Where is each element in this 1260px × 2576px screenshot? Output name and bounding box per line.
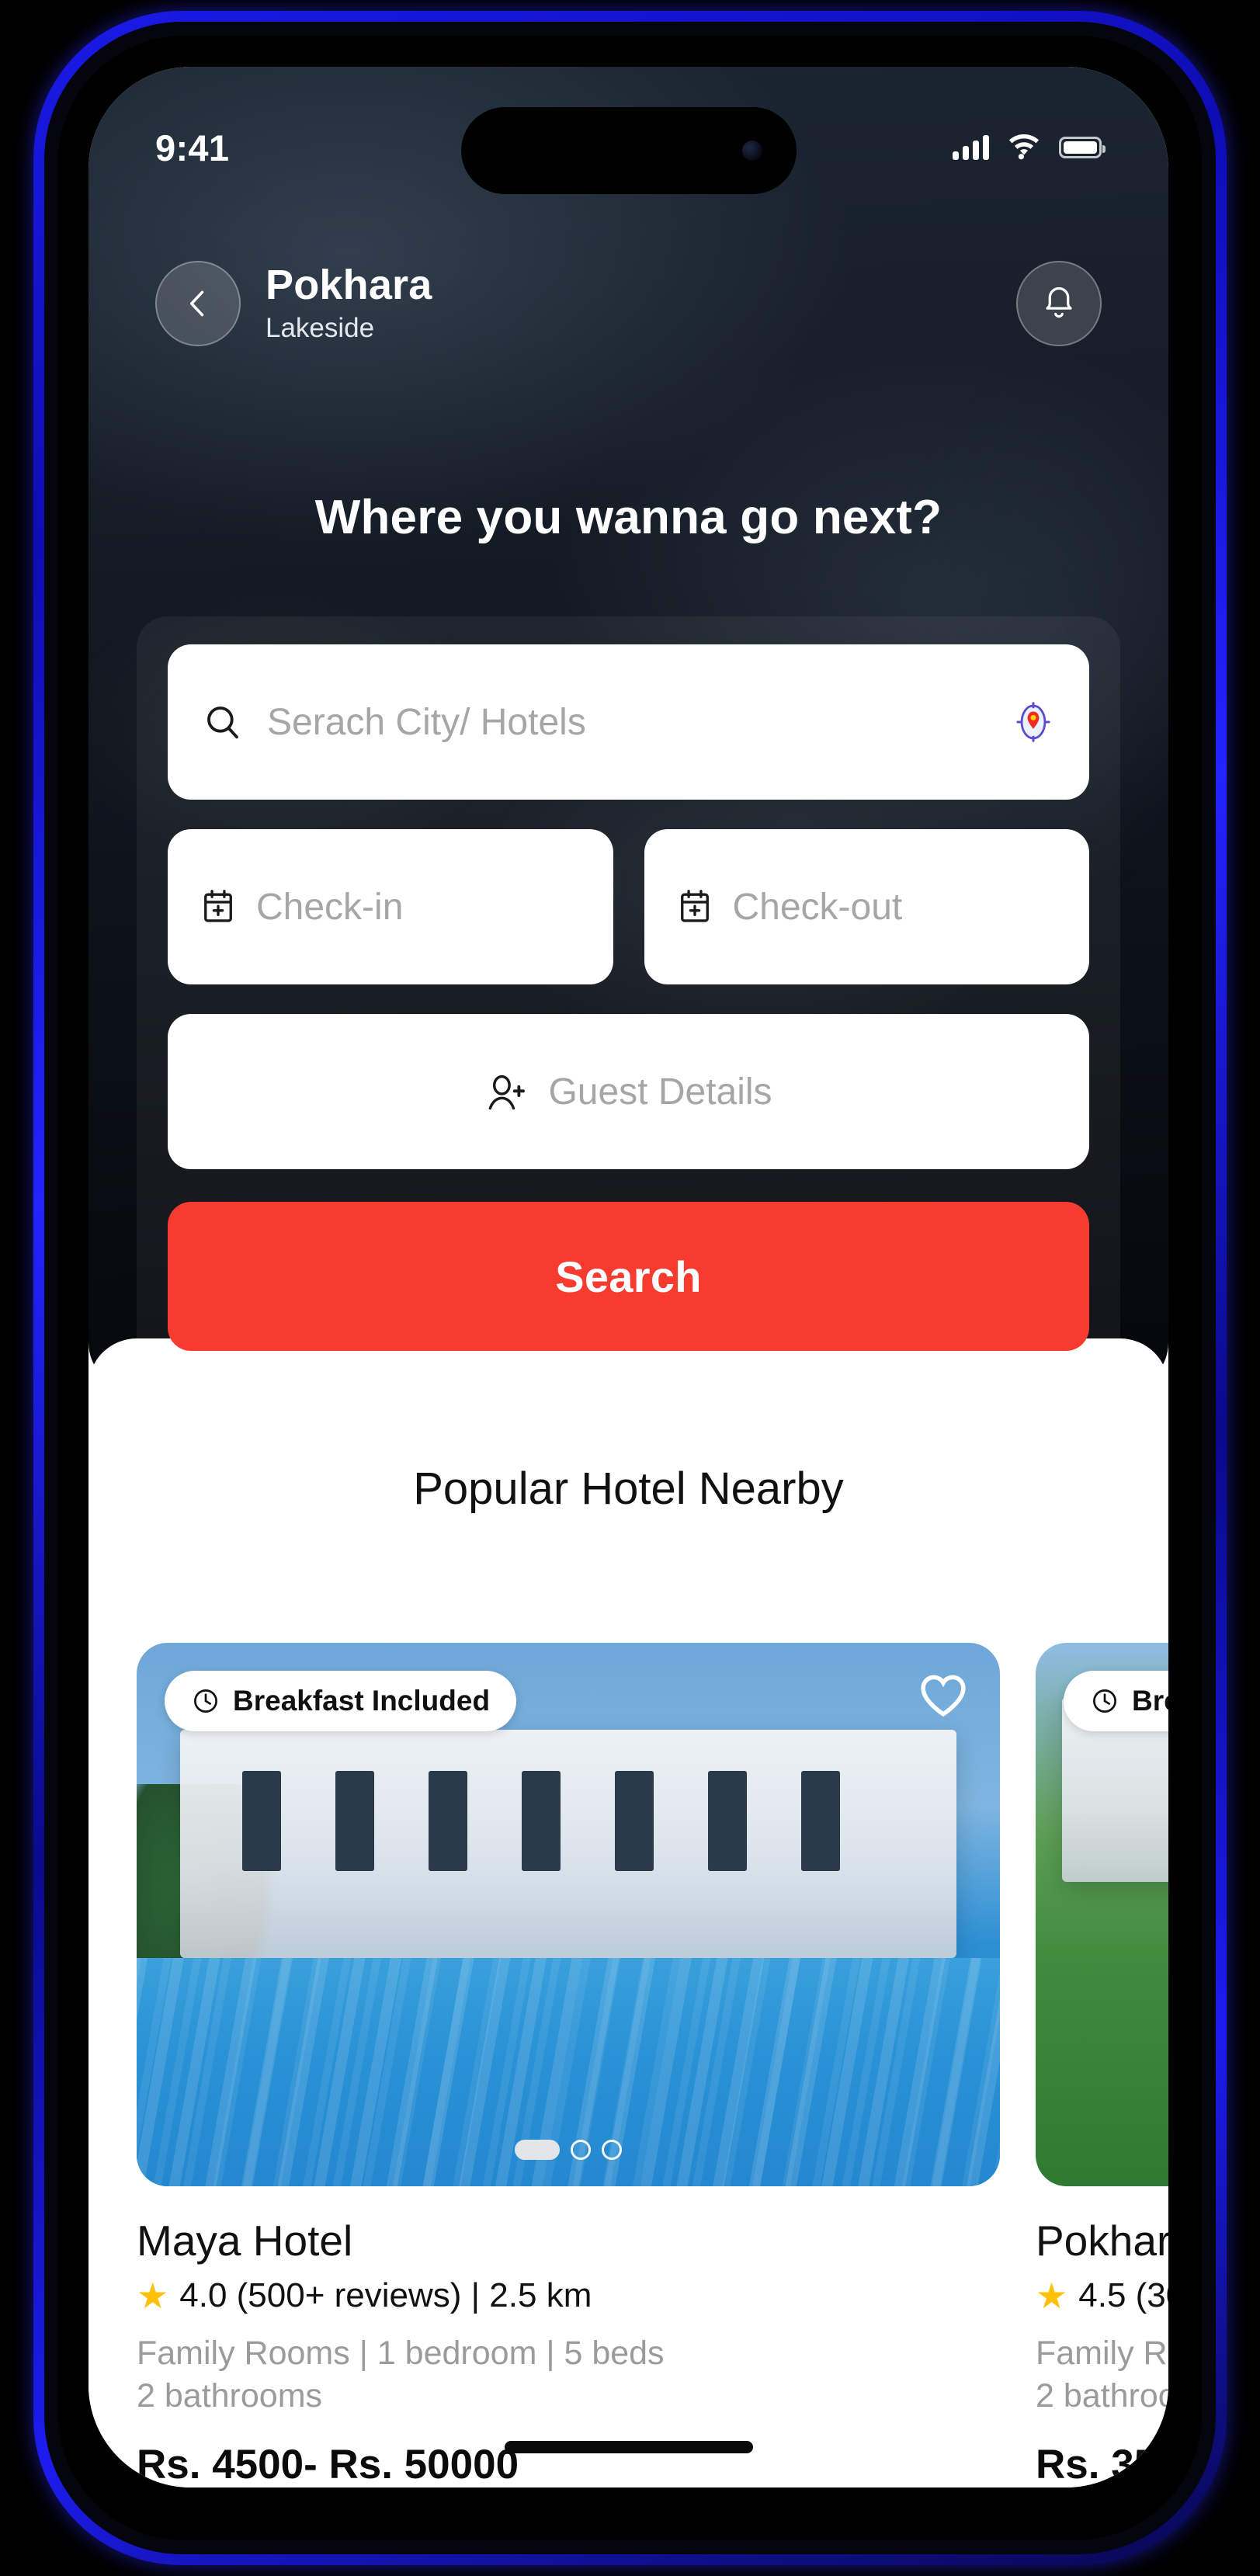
bell-icon bbox=[1046, 286, 1072, 318]
person-add-icon bbox=[489, 1074, 526, 1110]
home-indicator[interactable] bbox=[504, 2441, 753, 2453]
calendar-plus-icon bbox=[204, 890, 232, 922]
hotel-name: Maya Hotel bbox=[137, 2217, 353, 2265]
hotel-image[interactable]: Breakfast Included bbox=[1036, 1643, 1168, 2186]
app-header: Pokhara Lakeside bbox=[89, 261, 1168, 346]
search-input[interactable]: Serach City/ Hotels bbox=[168, 644, 1089, 800]
hotel-rating: ★ 4.5 (300+ reviews) | 1.8 km bbox=[1036, 2276, 1168, 2315]
hotel-meta: Family Rooms | 1 bedroom | 5 beds 2 bath… bbox=[137, 2332, 1000, 2418]
search-icon bbox=[207, 706, 238, 739]
hotel-meta-line-2: 2 bathrooms bbox=[137, 2377, 323, 2415]
star-icon: ★ bbox=[1036, 2276, 1068, 2316]
carousel-dot[interactable] bbox=[571, 2140, 591, 2160]
breakfast-badge-label: Breakfast Included bbox=[1132, 1685, 1168, 1717]
notification-button[interactable] bbox=[1016, 261, 1102, 346]
search-panel: Serach City/ Hotels Check-in Check-out G… bbox=[137, 616, 1120, 1385]
header-titles: Pokhara Lakeside bbox=[266, 261, 1016, 345]
hotel-image[interactable]: Breakfast Included bbox=[137, 1643, 1000, 2186]
search-input-placeholder: Serach City/ Hotels bbox=[267, 701, 586, 743]
check-in-placeholder: Check-in bbox=[256, 886, 404, 928]
phone-bezel: 9:41 Pokhara Lakeside Where you wanna go… bbox=[58, 36, 1202, 2540]
screenshot-stage: 9:41 Pokhara Lakeside Where you wanna go… bbox=[0, 0, 1260, 2576]
hotel-name: Pokhara Grand Hotel bbox=[1036, 2217, 1168, 2265]
chevron-left-icon bbox=[190, 290, 204, 317]
hotel-rating-text: 4.0 (500+ reviews) | 2.5 km bbox=[179, 2276, 592, 2314]
status-bar-icons bbox=[953, 134, 1106, 161]
page-title: Pokhara bbox=[266, 261, 432, 308]
search-button[interactable]: Search bbox=[168, 1202, 1089, 1351]
hotel-card[interactable]: Breakfast Included Maya Hotel ★ 4.0 (500… bbox=[137, 1643, 1000, 2487]
phone-frame: 9:41 Pokhara Lakeside Where you wanna go… bbox=[33, 11, 1227, 2565]
front-camera bbox=[741, 141, 762, 161]
hotel-rating-text: 4.5 (300+ reviews) | 1.8 km bbox=[1078, 2276, 1168, 2314]
hotel-meta: Family Rooms | 1 bedroom | 4 beds 2 bath… bbox=[1036, 2332, 1168, 2418]
hotel-price: Rs. 3500- Rs. 40000 bbox=[1036, 2442, 1168, 2487]
carousel-indicator[interactable] bbox=[515, 2140, 622, 2160]
guest-details-placeholder: Guest Details bbox=[548, 1071, 772, 1113]
hotel-meta-line-2: 2 bathrooms bbox=[1036, 2377, 1168, 2415]
clock-icon bbox=[194, 1689, 217, 1713]
date-fields-row: Check-in Check-out bbox=[168, 829, 1089, 984]
hotel-rating: ★ 4.0 (500+ reviews) | 2.5 km bbox=[137, 2276, 1000, 2315]
check-out-input[interactable]: Check-out bbox=[644, 829, 1089, 984]
hotel-meta-line-1: Family Rooms | 1 bedroom | 4 beds bbox=[1036, 2335, 1168, 2372]
phone-screen: 9:41 Pokhara Lakeside Where you wanna go… bbox=[89, 67, 1168, 2487]
breakfast-badge: Breakfast Included bbox=[165, 1671, 517, 1731]
location-pin-icon[interactable] bbox=[1012, 700, 1055, 744]
status-bar-time: 9:41 bbox=[155, 127, 230, 168]
decorative-building bbox=[179, 1730, 957, 1958]
calendar-plus-icon bbox=[680, 890, 709, 922]
hero-headline: Where you wanna go next? bbox=[314, 491, 942, 544]
breakfast-badge: Breakfast Included bbox=[1064, 1671, 1168, 1731]
check-in-input[interactable]: Check-in bbox=[168, 829, 613, 984]
carousel-dot[interactable] bbox=[602, 2140, 622, 2160]
hotel-card[interactable]: Breakfast Included Pokhara Grand Hotel ★… bbox=[1036, 1643, 1168, 2487]
hotel-meta-line-1: Family Rooms | 1 bedroom | 5 beds bbox=[137, 2335, 665, 2372]
phone-frame-inner: 9:41 Pokhara Lakeside Where you wanna go… bbox=[44, 22, 1216, 2554]
page-subtitle: Lakeside bbox=[266, 313, 375, 344]
carousel-dot-active[interactable] bbox=[515, 2140, 560, 2160]
back-button[interactable] bbox=[155, 261, 241, 346]
clock-icon bbox=[1093, 1689, 1116, 1713]
breakfast-badge-label: Breakfast Included bbox=[233, 1685, 491, 1717]
star-icon: ★ bbox=[137, 2276, 169, 2316]
battery-full-icon bbox=[1059, 137, 1106, 158]
hotel-card-carousel[interactable]: Breakfast Included Maya Hotel ★ 4.0 (500… bbox=[89, 1643, 1168, 2487]
guest-details-input[interactable]: Guest Details bbox=[168, 1014, 1089, 1169]
check-out-placeholder: Check-out bbox=[732, 886, 903, 928]
section-title: Popular Hotel Nearby bbox=[413, 1463, 844, 1514]
heart-outline-icon[interactable] bbox=[918, 1671, 969, 1719]
dynamic-island bbox=[460, 107, 797, 194]
popular-hotels-sheet: Popular Hotel Nearby Breakfast Included … bbox=[89, 1338, 1168, 2487]
wifi-icon bbox=[1008, 134, 1040, 160]
signal-bars-icon bbox=[953, 135, 989, 160]
